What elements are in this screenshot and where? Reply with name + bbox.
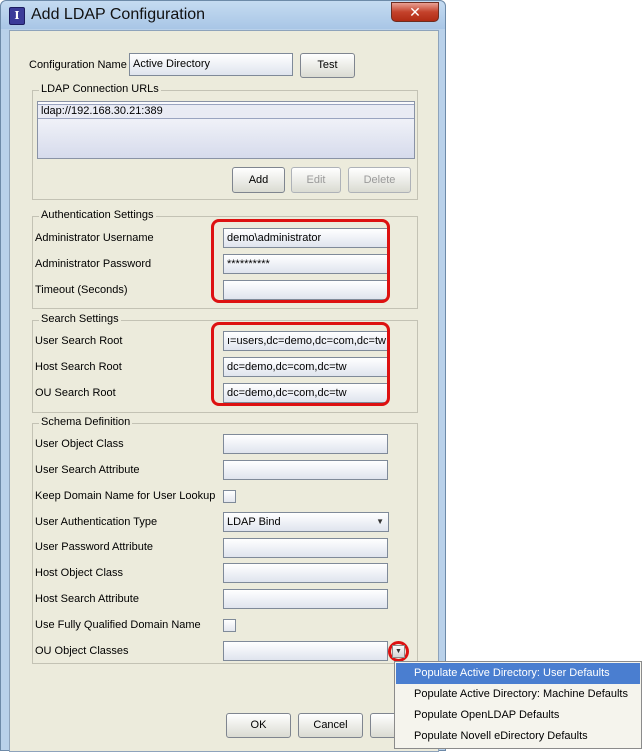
user-search-root-label: User Search Root <box>35 335 123 347</box>
user-auth-type-value: LDAP Bind <box>227 516 281 528</box>
search-highlight-annotation <box>211 322 390 406</box>
menu-item-ad-machine-defaults[interactable]: Populate Active Directory: Machine Defau… <box>396 684 640 705</box>
menu-item-ad-user-defaults[interactable]: Populate Active Directory: User Defaults <box>396 663 640 684</box>
fqdn-checkbox[interactable] <box>223 619 236 632</box>
timeout-label: Timeout (Seconds) <box>35 284 128 296</box>
ou-object-classes-label: OU Object Classes <box>35 645 129 657</box>
user-object-class-input[interactable] <box>223 434 388 454</box>
ldap-urls-group: LDAP Connection URLs ldap://192.168.30.2… <box>32 83 418 200</box>
fqdn-label: Use Fully Qualified Domain Name <box>35 619 201 631</box>
cancel-button[interactable]: Cancel <box>298 713 363 738</box>
populate-defaults-menu: Populate Active Directory: User Defaults… <box>394 661 642 749</box>
title-bar[interactable]: I Add LDAP Configuration ✕ <box>1 1 445 29</box>
host-object-class-label: Host Object Class <box>35 567 124 579</box>
user-object-class-label: User Object Class <box>35 438 124 450</box>
list-item[interactable]: ldap://192.168.30.21:389 <box>38 104 414 119</box>
config-name-label: Configuration Name <box>29 59 127 71</box>
user-password-attribute-label: User Password Attribute <box>35 541 153 553</box>
ok-button[interactable]: OK <box>226 713 291 738</box>
delete-url-button[interactable]: Delete <box>348 167 411 193</box>
user-search-attribute-input[interactable] <box>223 460 388 480</box>
menu-item-openldap-defaults[interactable]: Populate OpenLDAP Defaults <box>396 705 640 726</box>
close-button[interactable]: ✕ <box>391 2 439 22</box>
ou-search-root-label: OU Search Root <box>35 387 116 399</box>
ldap-urls-group-title: LDAP Connection URLs <box>39 83 161 95</box>
keep-domain-label: Keep Domain Name for User Lookup <box>35 490 216 502</box>
host-search-root-label: Host Search Root <box>35 361 122 373</box>
auth-settings-group-title: Authentication Settings <box>39 209 156 221</box>
user-auth-type-label: User Authentication Type <box>35 516 158 528</box>
host-object-class-input[interactable] <box>223 563 388 583</box>
app-icon: I <box>9 7 25 25</box>
schema-definition-group-title: Schema Definition <box>39 416 133 428</box>
admin-password-label: Administrator Password <box>35 258 152 270</box>
host-search-attribute-input[interactable] <box>223 589 388 609</box>
host-search-attribute-label: Host Search Attribute <box>35 593 139 605</box>
menu-item-novell-edirectory-defaults[interactable]: Populate Novell eDirectory Defaults <box>396 726 640 747</box>
chevron-down-icon: ▼ <box>376 517 384 526</box>
user-auth-type-select[interactable]: LDAP Bind ▼ <box>223 512 389 532</box>
ldap-url-list[interactable]: ldap://192.168.30.21:389 <box>37 101 415 159</box>
add-url-button[interactable]: Add <box>232 167 285 193</box>
window-title: Add LDAP Configuration <box>31 6 206 23</box>
populate-defaults-dropdown-button[interactable]: ▼ <box>392 645 405 658</box>
edit-url-button[interactable]: Edit <box>291 167 341 193</box>
search-settings-group-title: Search Settings <box>39 313 121 325</box>
config-name-input[interactable]: Active Directory <box>129 53 293 76</box>
admin-username-label: Administrator Username <box>35 232 154 244</box>
auth-highlight-annotation <box>211 219 390 303</box>
user-password-attribute-input[interactable] <box>223 538 388 558</box>
user-search-attribute-label: User Search Attribute <box>35 464 140 476</box>
ou-object-classes-input[interactable] <box>223 641 388 661</box>
test-button[interactable]: Test <box>300 53 355 78</box>
keep-domain-checkbox[interactable] <box>223 490 236 503</box>
